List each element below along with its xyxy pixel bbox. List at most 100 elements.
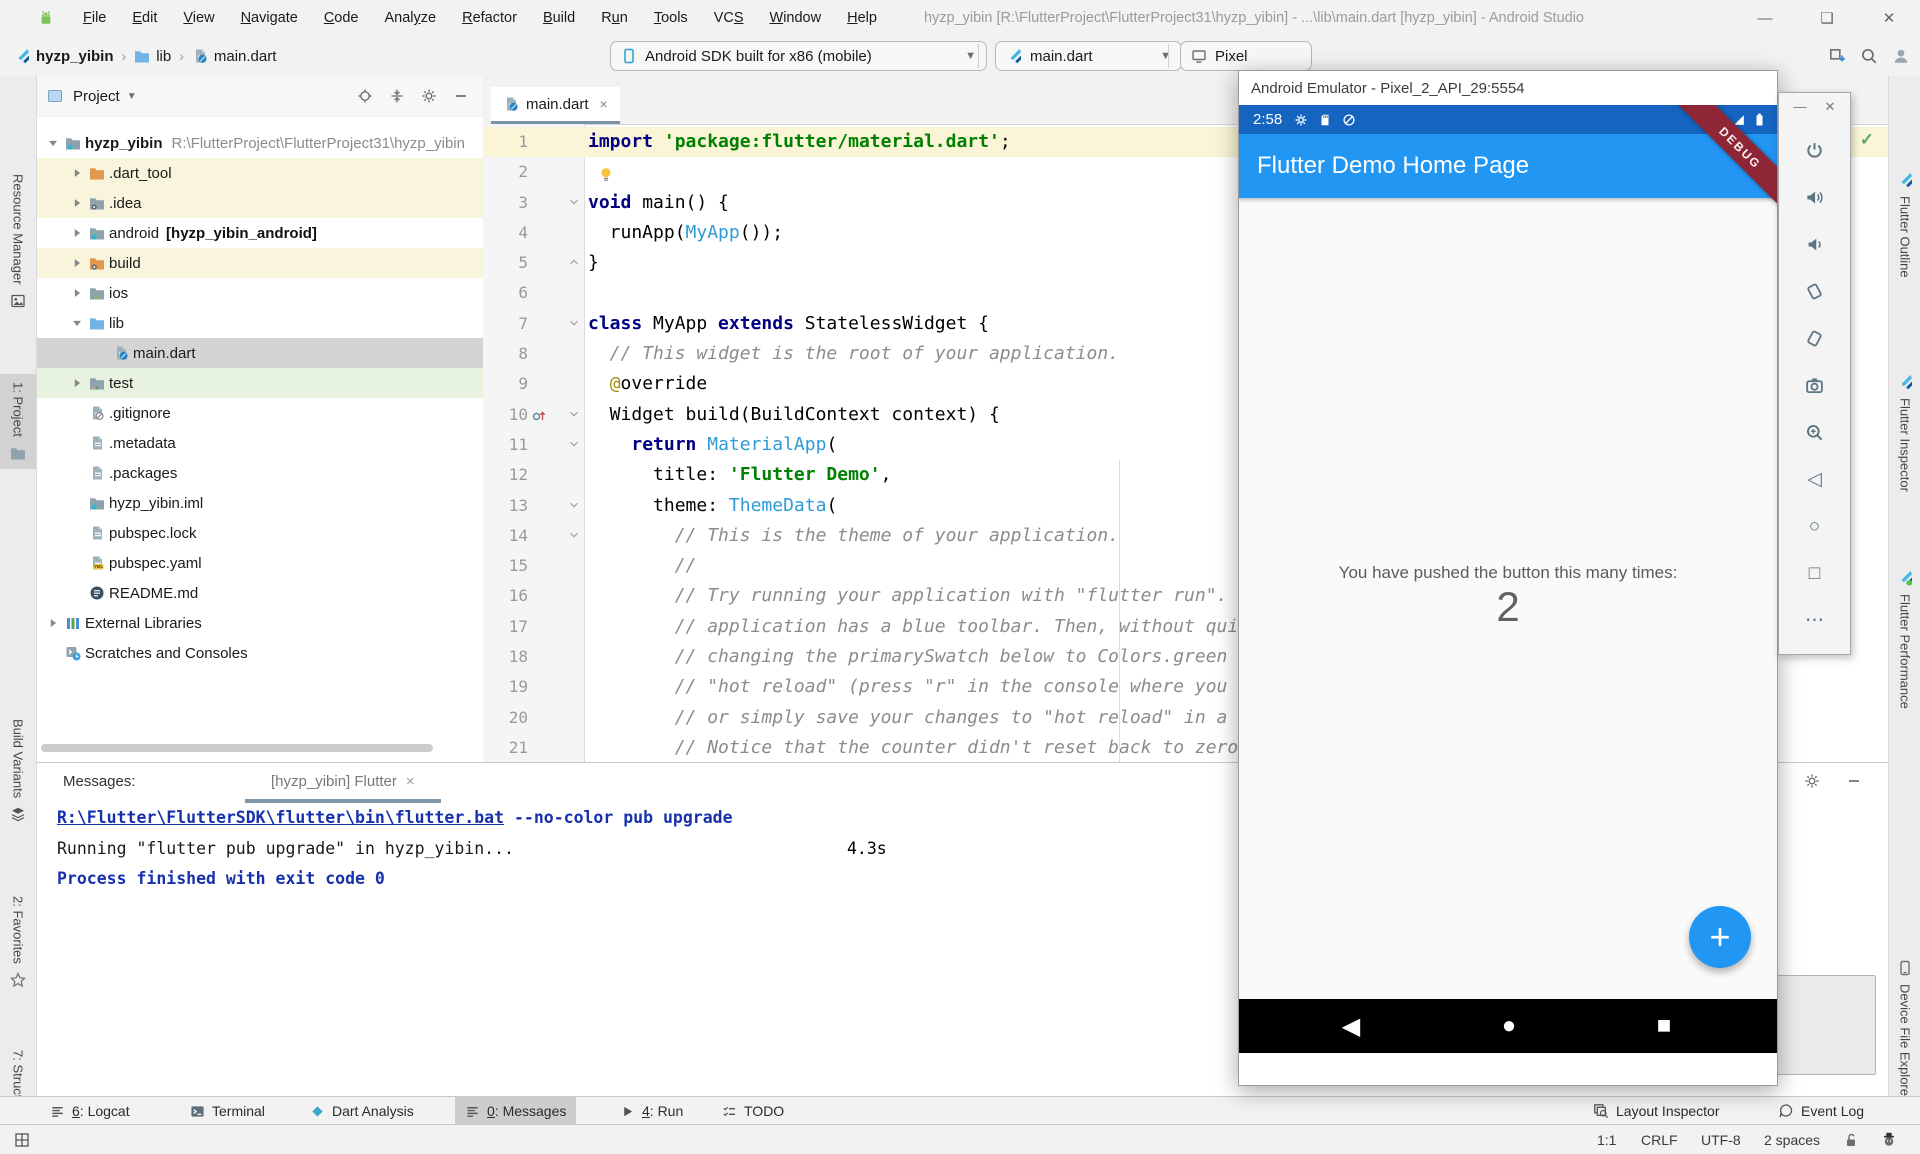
menu-help[interactable]: Help (834, 10, 890, 26)
expand-arrow-icon[interactable] (69, 166, 85, 180)
expand-arrow-icon[interactable] (69, 376, 85, 390)
close-icon[interactable]: × (406, 773, 415, 790)
project-panel-title[interactable]: Project (73, 88, 120, 105)
chevron-down-icon[interactable]: ▼ (127, 91, 137, 102)
tree-item-ios[interactable]: ios (37, 278, 483, 308)
fab-button[interactable]: + (1689, 906, 1751, 968)
menu-refactor[interactable]: Refactor (449, 10, 530, 26)
expand-arrow-icon[interactable] (69, 196, 85, 210)
sdk-manager-icon[interactable] (1828, 47, 1846, 65)
tree-item-build[interactable]: build (37, 248, 483, 278)
menu-window[interactable]: Window (757, 10, 835, 26)
toolwindow-button-dart-analysis[interactable]: Dart Analysis (300, 1097, 424, 1125)
tree-item-main-dart[interactable]: main.dart (37, 338, 483, 368)
fold-down-icon[interactable] (567, 195, 581, 209)
nav-back-button[interactable]: ◀ (1326, 999, 1376, 1053)
run-config-selector[interactable]: main.dart ▼ (995, 41, 1182, 71)
tree-item--dart_tool[interactable]: .dart_tool (37, 158, 483, 188)
emulator-rotate-right-button[interactable] (1779, 315, 1850, 362)
fold-down-icon[interactable] (567, 437, 581, 451)
fold-down-icon[interactable] (567, 316, 581, 330)
stripe-tab-1-project[interactable]: 1: Project (0, 374, 36, 469)
stripe-tab-flutter-inspector[interactable]: Flutter Inspector (1889, 374, 1920, 492)
settings-icon[interactable] (421, 88, 437, 104)
status-2-spaces[interactable]: 2 spaces (1764, 1125, 1820, 1154)
emulator-volume-down-button[interactable] (1779, 221, 1850, 268)
expand-arrow-icon[interactable] (69, 256, 85, 270)
emulator-overview-button[interactable]: □ (1779, 550, 1850, 597)
nav-home-button[interactable]: ● (1484, 999, 1534, 1053)
menu-build[interactable]: Build (530, 10, 588, 26)
status-1-1[interactable]: 1:1 (1597, 1125, 1616, 1154)
status-hector[interactable] (1881, 1125, 1897, 1154)
emulator-more-button[interactable]: ⋯ (1779, 597, 1850, 644)
minimize-icon[interactable]: — (1794, 99, 1807, 115)
emulator-power-button[interactable] (1779, 127, 1850, 174)
tree-item-hyzp_yibin[interactable]: hyzp_yibinR:\FlutterProject\FlutterProje… (37, 128, 483, 158)
avatar-icon[interactable] (1892, 47, 1910, 65)
intention-bulb-icon[interactable] (598, 166, 614, 182)
toolwindow-button-6-logcat[interactable]: 6: Logcat (40, 1097, 140, 1125)
locate-icon[interactable] (357, 88, 373, 104)
hide-icon[interactable] (1846, 773, 1862, 789)
stripe-tab-resource-manager[interactable]: Resource Manager (0, 174, 36, 309)
stripe-tab-build-variants[interactable]: Build Variants (0, 719, 36, 822)
tree-item-test[interactable]: test (37, 368, 483, 398)
tree-item--idea[interactable]: .idea (37, 188, 483, 218)
breadcrumb-hyzp_yibin[interactable]: hyzp_yibin (14, 48, 114, 65)
expand-arrow-icon[interactable] (69, 286, 85, 300)
status-unlock[interactable] (1843, 1125, 1859, 1154)
menu-navigate[interactable]: Navigate (228, 10, 311, 26)
horizontal-scrollbar[interactable] (41, 744, 433, 752)
expand-arrow-icon[interactable] (69, 316, 85, 330)
emulator-screenshot-button[interactable] (1779, 362, 1850, 409)
maximize-icon[interactable]: ❏ (1796, 9, 1858, 27)
menu-code[interactable]: Code (311, 10, 372, 26)
tree-item-external-libraries[interactable]: External Libraries (37, 608, 483, 638)
close-icon[interactable]: × (600, 96, 608, 112)
close-icon[interactable]: ✕ (1825, 99, 1836, 115)
tree-item-readme-md[interactable]: README.md (37, 578, 483, 608)
menu-analyze[interactable]: Analyze (372, 10, 450, 26)
toolwindow-button-todo[interactable]: TODO (712, 1097, 794, 1125)
status-crlf[interactable]: CRLF (1641, 1125, 1678, 1154)
messages-tab-flutter[interactable]: [hyzp_yibin] Flutter × (245, 763, 441, 803)
hide-icon[interactable] (453, 88, 469, 104)
tree-item--packages[interactable]: .packages (37, 458, 483, 488)
menu-vcs[interactable]: VCS (701, 10, 757, 26)
fold-down-icon[interactable] (567, 498, 581, 512)
tree-item-lib[interactable]: lib (37, 308, 483, 338)
breadcrumb-main-dart[interactable]: main.dart (192, 48, 277, 65)
search-icon[interactable] (1860, 47, 1878, 65)
toolwindow-button-0-messages[interactable]: 0: Messages (455, 1097, 576, 1125)
toolwindow-button-terminal[interactable]: Terminal (180, 1097, 275, 1125)
tree-item-pubspec-lock[interactable]: pubspec.lock (37, 518, 483, 548)
menu-tools[interactable]: Tools (641, 10, 701, 26)
stripe-tab-flutter-performance[interactable]: Flutter Performance (1889, 570, 1920, 709)
expand-arrow-icon[interactable] (69, 226, 85, 240)
editor-tab-main-dart[interactable]: main.dart × (491, 87, 620, 124)
tree-item-scratches-and-consoles[interactable]: Scratches and Consoles (37, 638, 483, 668)
expand-arrow-icon[interactable] (45, 136, 61, 150)
toolwindow-quick-access[interactable] (14, 1125, 30, 1154)
breadcrumb-lib[interactable]: lib (134, 48, 171, 65)
toolwindow-button-4-run[interactable]: 4: Run (610, 1097, 693, 1125)
collapse-all-icon[interactable] (389, 88, 405, 104)
emulator-home-button[interactable]: ○ (1779, 503, 1850, 550)
stripe-tab-flutter-outline[interactable]: Flutter Outline (1889, 172, 1920, 278)
minimize-icon[interactable]: — (1734, 10, 1796, 27)
inspections-ok-icon[interactable]: ✓ (1860, 130, 1874, 150)
device-selector[interactable]: Android SDK built for x86 (mobile) ▼ (610, 41, 987, 71)
stripe-tab-device-file-explorer[interactable]: Device File Explorer (1889, 960, 1920, 1100)
fold-down-icon[interactable] (567, 528, 581, 542)
emulator-back-button[interactable]: ◁ (1779, 456, 1850, 503)
tree-item-android[interactable]: android[hyzp_yibin_android] (37, 218, 483, 248)
override-marker-icon[interactable] (531, 407, 547, 423)
console-link[interactable]: R:\Flutter\FlutterSDK\flutter\bin\flutte… (57, 808, 504, 827)
expand-arrow-icon[interactable] (45, 616, 61, 630)
tree-item--metadata[interactable]: .metadata (37, 428, 483, 458)
emulator-rotate-left-button[interactable] (1779, 268, 1850, 315)
menu-file[interactable]: File (70, 10, 119, 26)
pixel-button[interactable]: Pixel (1180, 41, 1312, 71)
close-icon[interactable]: ✕ (1858, 9, 1920, 27)
